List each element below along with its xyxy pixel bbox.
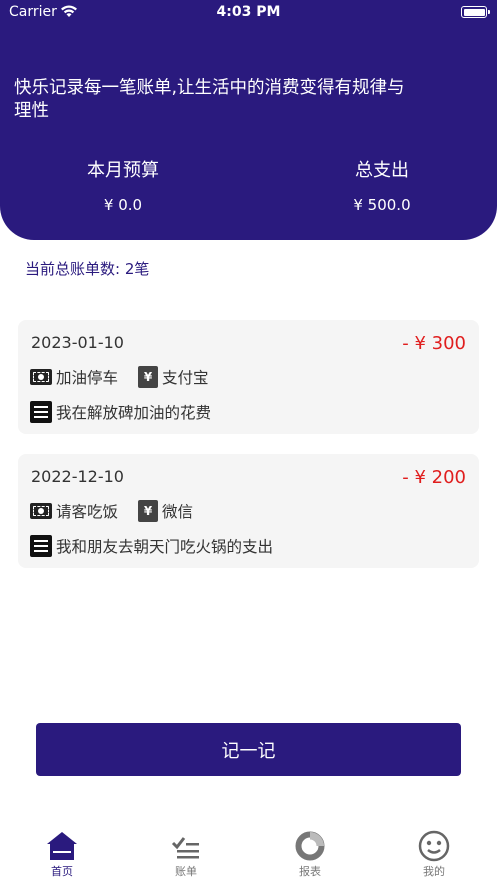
money-icon [30,369,52,385]
clock: 4:03 PM [216,4,281,20]
battery-icon [461,6,490,18]
note-icon [30,401,52,423]
tab-bills[interactable]: 账单 [146,826,226,882]
total-expense: 总支出 ¥ 500.0 [302,158,462,214]
receipt-icon: ¥ [138,500,159,522]
status-bar: Carrier 4:03 PM [0,0,497,26]
bill-category: 请客吃饭 [56,503,119,521]
slogan-text: 快乐记录每一笔账单,让生活中的消费变得有规律与理性 [14,78,405,121]
header-banner: Carrier 4:03 PM 快乐记录每一笔账单,让生活中的消费变得有规律与理… [0,0,497,240]
tab-label: 我的 [423,865,445,878]
donut-chart-icon [295,831,325,861]
bill-payment: 支付宝 [162,369,209,387]
budget-value: ¥ 0.0 [103,196,143,214]
bill-note-row: 我和朋友去朝天门吃火锅的支出 [30,535,273,557]
bill-count: 当前总账单数: 2笔 [25,260,150,278]
record-button[interactable]: 记一记 [36,723,461,776]
note-icon [30,535,52,557]
tab-label: 首页 [51,865,73,878]
bill-meta: 加油停车 ¥ 支付宝 [30,366,209,388]
bill-date: 2022-12-10 [31,467,124,486]
bill-date: 2023-01-10 [31,333,124,352]
bill-note: 我和朋友去朝天门吃火锅的支出 [56,538,274,556]
expense-value: ¥ 500.0 [353,196,411,214]
tab-label: 报表 [299,865,321,878]
receipt-icon: ¥ [138,366,159,388]
bill-note: 我在解放碑加油的花费 [56,404,212,422]
tab-bar: 首页 账单 报表 我的 [0,826,497,883]
bill-card[interactable]: 2022-12-10 - ¥ 200 请客吃饭 ¥ 微信 我和朋友去朝天门吃火锅… [18,454,479,568]
bill-note-row: 我在解放碑加油的花费 [30,401,211,423]
bill-payment: 微信 [162,503,194,521]
bill-amount: - ¥ 200 [402,467,466,488]
home-icon [47,832,77,860]
bill-amount: - ¥ 300 [402,333,466,354]
smiley-icon [418,830,450,862]
bill-category: 加油停车 [56,369,119,387]
tab-report[interactable]: 报表 [270,826,350,882]
tab-home[interactable]: 首页 [22,826,102,882]
list-check-icon [171,837,199,859]
expense-label: 总支出 [355,160,409,181]
bill-meta: 请客吃饭 ¥ 微信 [30,500,193,522]
tab-mine[interactable]: 我的 [394,826,474,882]
tab-label: 账单 [175,865,197,878]
budget-label: 本月预算 [87,160,159,181]
bill-card[interactable]: 2023-01-10 - ¥ 300 加油停车 ¥ 支付宝 我在解放碑加油的花费 [18,320,479,434]
monthly-budget: 本月预算 ¥ 0.0 [43,158,203,214]
money-icon [30,503,52,519]
